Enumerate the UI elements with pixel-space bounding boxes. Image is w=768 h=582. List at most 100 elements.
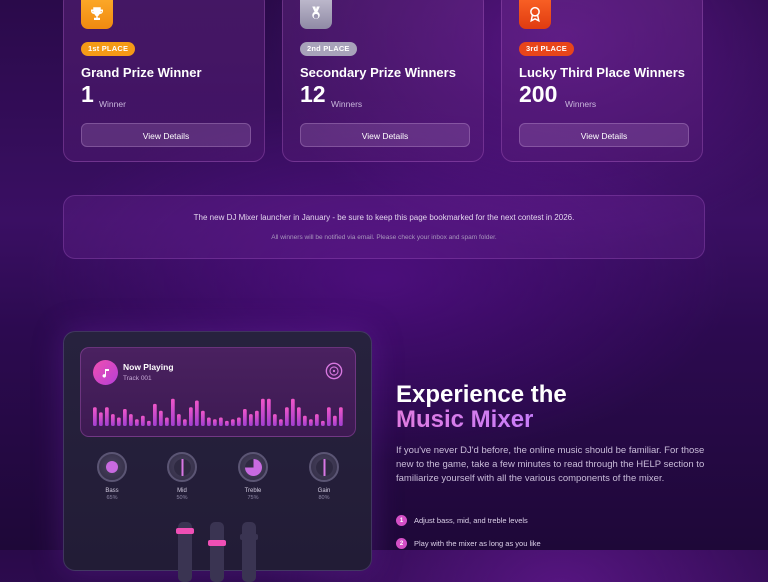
eq-bar (219, 417, 223, 426)
knob-label: Bass (105, 488, 119, 494)
eq-bar (285, 407, 289, 426)
feature-item: 1 Adjust bass, mid, and treble levels (396, 515, 528, 526)
eq-bar (207, 417, 211, 426)
prize-card-third: 3rd PLACE Lucky Third Place Winners 200 … (501, 0, 703, 162)
section-heading: Experience the Music Mixer (396, 382, 567, 432)
place-badge: 2nd PLACE (300, 42, 357, 56)
bass-knob[interactable]: Bass 65% (95, 452, 129, 501)
eq-bar (93, 407, 97, 426)
prize-title: Grand Prize Winner (81, 65, 202, 80)
eq-bar (249, 414, 253, 426)
eq-bar (309, 419, 313, 426)
eq-bar (243, 409, 247, 426)
winner-count: 200 (519, 81, 558, 107)
winner-count: 12 (300, 81, 326, 107)
eq-bar (267, 398, 271, 426)
knob-label: Treble (244, 488, 262, 494)
section-description: If you've never DJ'd before, the online … (396, 445, 705, 484)
track-name: Track 001 (123, 375, 152, 382)
winner-unit: Winner (99, 99, 126, 109)
notice-sub-text: All winners will be notified via email. … (271, 234, 497, 241)
knob-value: 80% (318, 495, 330, 501)
eq-bar (165, 417, 169, 426)
fader-handle[interactable] (208, 540, 226, 546)
eq-bar (225, 420, 229, 426)
heading-line-2: Music Mixer (396, 407, 567, 432)
eq-bar (153, 403, 157, 426)
eq-bar (201, 410, 205, 426)
eq-bar (339, 407, 343, 426)
feature-text: Adjust bass, mid, and treble levels (414, 516, 528, 525)
feature-item: 2 Play with the mixer as long as you lik… (396, 538, 541, 549)
ribbon-award-icon (519, 0, 551, 29)
view-details-button[interactable]: View Details (519, 123, 689, 147)
eq-bar (129, 414, 133, 426)
fader-1[interactable] (176, 522, 194, 582)
trophy-icon (81, 0, 113, 29)
eq-bar (315, 414, 319, 426)
treble-knob[interactable]: Treble 75% (236, 452, 270, 501)
prize-title: Lucky Third Place Winners (519, 65, 686, 80)
fader-2[interactable] (208, 522, 226, 582)
view-details-button[interactable]: View Details (81, 123, 251, 147)
eq-bar (177, 414, 181, 426)
eq-bar (171, 398, 175, 426)
mixer-preview: Now Playing Track 001 Bass 65% Mid 50% T… (63, 331, 372, 582)
eq-bar (159, 410, 163, 426)
knob-label: Gain (317, 488, 331, 494)
mid-knob[interactable]: Mid 50% (165, 452, 199, 501)
eq-bar (141, 415, 145, 426)
knob-value: 50% (176, 495, 188, 501)
step-number: 1 (396, 515, 407, 526)
eq-bar (333, 415, 337, 426)
place-badge: 1st PLACE (81, 42, 136, 56)
view-details-button[interactable]: View Details (300, 123, 470, 147)
place-badge: 3rd PLACE (519, 42, 574, 56)
eq-bar (261, 398, 265, 426)
eq-bar (117, 417, 121, 426)
eq-bar (213, 419, 217, 426)
eq-bar (237, 417, 241, 426)
eq-bar (321, 420, 325, 426)
eq-bar (291, 398, 295, 426)
eq-bar (135, 419, 139, 426)
eq-bar (99, 412, 103, 426)
winner-unit: Winners (331, 99, 363, 109)
knob-label: Mid (177, 488, 187, 494)
step-number: 2 (396, 538, 407, 549)
gain-knob[interactable]: Gain 80% (307, 452, 341, 501)
eq-bar (123, 409, 127, 426)
fader-handle[interactable] (176, 528, 194, 534)
knob-value: 75% (247, 495, 259, 501)
prize-card-first: 1st PLACE Grand Prize Winner 1 Winner Vi… (63, 0, 265, 162)
music-note-icon (93, 360, 118, 385)
eq-bar (105, 407, 109, 426)
eq-bar (147, 420, 151, 426)
contest-notice: The new DJ Mixer launcher in January - b… (63, 195, 705, 259)
vinyl-disc-icon[interactable] (325, 362, 343, 380)
equalizer-bars (93, 398, 343, 426)
heading-line-1: Experience the (396, 381, 567, 408)
fader-handle[interactable] (240, 534, 258, 540)
medal-icon (300, 0, 332, 29)
now-playing-panel: Now Playing Track 001 (80, 347, 356, 437)
eq-bar (231, 419, 235, 426)
eq-bar (273, 414, 277, 426)
prize-title: Secondary Prize Winners (300, 65, 456, 80)
eq-bar (183, 419, 187, 426)
notice-main-text: The new DJ Mixer launcher in January - b… (193, 213, 575, 222)
eq-bar (297, 407, 301, 426)
winner-count: 1 (81, 81, 94, 107)
eq-bar (111, 414, 115, 426)
eq-bar (279, 419, 283, 426)
prize-card-second: 2nd PLACE Secondary Prize Winners 12 Win… (282, 0, 484, 162)
now-playing-label: Now Playing (123, 362, 174, 372)
knob-value: 65% (106, 495, 118, 501)
feature-text: Play with the mixer as long as you like (414, 539, 541, 548)
eq-bar (189, 407, 193, 426)
eq-bar (195, 400, 199, 426)
fader-3[interactable] (240, 522, 258, 582)
eq-bar (303, 415, 307, 426)
winner-unit: Winners (565, 99, 597, 109)
eq-bar (255, 410, 259, 426)
